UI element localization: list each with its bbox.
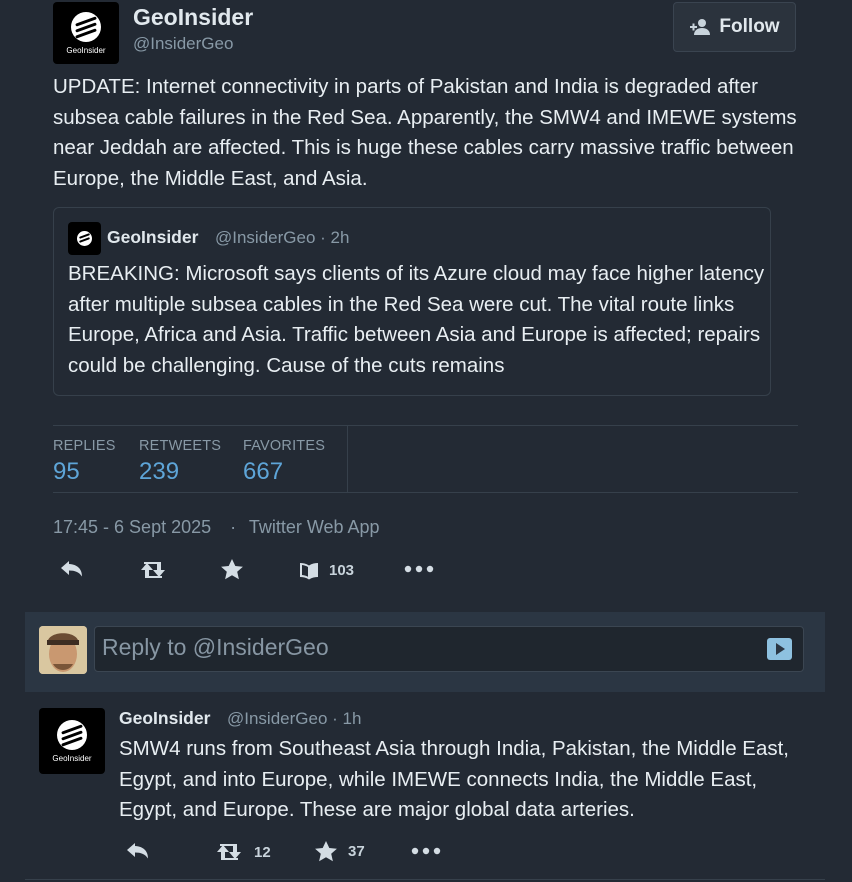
replies-label: REPLIES [53,438,116,454]
reply-author-name[interactable]: GeoInsider [119,708,210,729]
reply-tweet-text: SMW4 runs from Southeast Asia through In… [119,737,790,821]
reply-author-avatar[interactable]: GeoInsider [39,708,105,774]
more-icon [404,565,434,573]
quote-text: BREAKING: Microsoft says clients of its … [68,262,765,377]
user-avatar[interactable] [39,626,87,674]
author-handle[interactable]: @InsiderGeo [133,34,233,54]
bookmark-button[interactable]: 103 [299,560,354,580]
stats-divider [347,426,348,492]
replies-count[interactable]: 95 [53,458,80,486]
reply-tweet-reply-button[interactable] [126,841,150,861]
divider [53,425,798,426]
follow-label: Follow [719,16,780,37]
bookmark-count: 103 [329,561,355,579]
separator-dot: · [230,517,237,537]
reply-author-meta: @InsiderGeo · 1h [227,709,362,728]
author-avatar[interactable]: GeoInsider [53,2,119,64]
reply-icon [61,561,82,577]
globe-logo-icon [71,11,101,42]
retweet-icon [141,562,165,578]
reply-tweet-retweet-button[interactable]: 12 [214,842,271,862]
favorites-count[interactable]: 667 [243,458,283,486]
globe-logo-icon [57,719,87,750]
author-name[interactable]: GeoInsider [133,4,253,31]
reply-icon [127,843,148,859]
quote-author-meta: @InsiderGeo · 2h [215,228,350,247]
divider [53,492,798,493]
reply-button[interactable] [60,559,84,579]
retweets-count[interactable]: 239 [139,458,179,486]
reply-tweet-more-button[interactable] [411,844,441,858]
avatar-brand-text: GeoInsider [66,45,106,55]
favorite-count: 37 [348,842,365,860]
retweets-label: RETWEETS [139,438,222,454]
quote-author-name[interactable]: GeoInsider [107,227,198,248]
globe-logo-icon [77,231,92,246]
retweet-button[interactable] [138,560,168,580]
user-avatar-image [39,626,87,674]
divider [25,879,825,880]
send-icon[interactable] [767,638,792,660]
tweet-timestamp[interactable]: 17:45 - 6 Sept 2025 · Twitter Web App [53,517,380,538]
star-icon [221,559,243,580]
reply-tweet-favorite-button[interactable]: 37 [314,840,365,862]
star-icon [315,841,337,862]
more-button[interactable] [404,562,434,576]
avatar-brand-text: GeoInsider [52,753,92,763]
retweet-icon [217,844,241,860]
reply-placeholder: Reply to @InsiderGeo [102,634,329,660]
tweet-source: Twitter Web App [248,517,380,537]
favorites-label: FAVORITES [243,438,326,454]
tweet-text: UPDATE: Internet connectivity in parts o… [53,75,797,190]
book-icon [300,563,318,580]
play-arrow-icon [775,643,785,655]
favorite-button[interactable] [220,558,244,580]
retweet-count: 12 [254,843,271,861]
timestamp-text: 17:45 - 6 Sept 2025 [53,517,212,537]
follow-button[interactable]: Follow [673,2,796,52]
more-icon [411,847,441,855]
add-user-icon [690,19,711,35]
quote-avatar[interactable] [68,222,101,255]
